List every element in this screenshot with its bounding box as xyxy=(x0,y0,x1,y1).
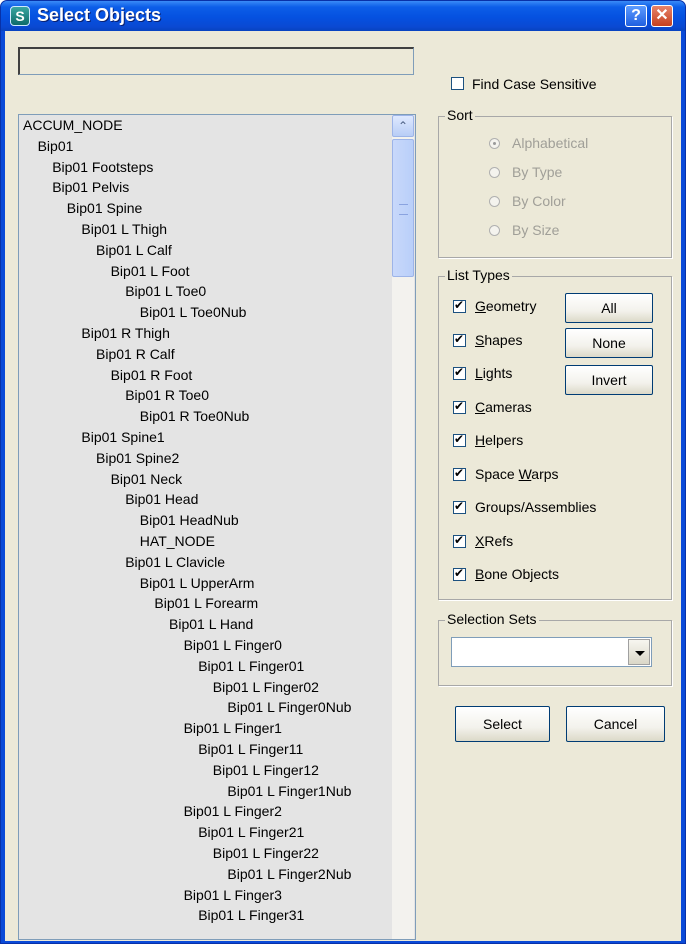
tree-item[interactable]: Bip01 L Toe0 xyxy=(125,282,206,300)
radio-by-type[interactable] xyxy=(489,167,500,178)
scroll-up-button[interactable]: ⌃ xyxy=(392,115,414,137)
radio-by-color[interactable] xyxy=(489,196,500,207)
tree-item[interactable]: ACCUM_NODE xyxy=(23,116,123,134)
tree-item[interactable]: Bip01 L Calf xyxy=(96,241,172,259)
selection-sets-group-title: Selection Sets xyxy=(445,611,539,627)
select-button[interactable]: Select xyxy=(455,706,550,742)
tree-item[interactable]: Bip01 Spine1 xyxy=(81,428,164,446)
tree-item[interactable]: Bip01 L Finger0Nub xyxy=(227,698,351,716)
tree-item[interactable]: Bip01 R Calf xyxy=(96,345,175,363)
object-tree-list[interactable]: ACCUM_NODE Bip01 Bip01 Footsteps Bip01 Pelv… xyxy=(18,114,416,940)
list-type-checkbox[interactable] xyxy=(453,432,466,447)
tree-item[interactable]: Bip01 L Finger1Nub xyxy=(227,782,351,800)
find-case-sensitive-checkbox[interactable] xyxy=(451,77,464,90)
title-bar[interactable]: S Select Objects ? ✕ xyxy=(1,1,685,31)
tree-item[interactable]: Bip01 R Toe0Nub xyxy=(140,407,249,425)
tree-item[interactable]: Bip01 L Clavicle xyxy=(125,553,225,571)
tree-item[interactable]: Bip01 L Forearm xyxy=(154,594,258,612)
tree-item[interactable]: HAT_NODE xyxy=(140,532,215,550)
tree-item[interactable]: Bip01 Spine xyxy=(67,199,143,217)
list-type-checkbox[interactable] xyxy=(453,399,466,414)
tree-item[interactable]: Bip01 L Finger2Nub xyxy=(227,865,351,883)
cancel-button[interactable]: Cancel xyxy=(566,706,665,742)
list-type-checkbox[interactable] xyxy=(453,533,466,548)
none-button[interactable]: None xyxy=(565,328,653,358)
list-type-checkbox[interactable] xyxy=(453,298,466,313)
tree-item[interactable]: Bip01 L Finger21 xyxy=(198,823,304,841)
tree-item[interactable]: Bip01 R Foot xyxy=(111,366,193,384)
tree-item[interactable]: Bip01 R Thigh xyxy=(81,324,169,342)
tree-item[interactable]: Bip01 Footsteps xyxy=(52,158,153,176)
find-case-sensitive-label: Find Case Sensitive xyxy=(472,76,597,92)
list-type-label: Lights xyxy=(475,365,513,381)
all-button[interactable]: All xyxy=(565,293,653,323)
close-button[interactable]: ✕ xyxy=(651,5,673,27)
list-type-label: Space Warps xyxy=(475,465,559,482)
tree-item[interactable]: Bip01 L Toe0Nub xyxy=(140,303,247,321)
tree-item[interactable]: Bip01 Spine2 xyxy=(96,449,179,467)
invert-button[interactable]: Invert xyxy=(565,365,653,395)
tree-item[interactable]: Bip01 L Finger1 xyxy=(184,719,282,737)
list-type-label: Geometry xyxy=(475,298,537,314)
list-type-checkbox[interactable] xyxy=(453,566,466,581)
tree-item[interactable]: Bip01 L UpperArm xyxy=(140,574,255,592)
list-type-checkbox[interactable] xyxy=(453,332,466,347)
radio-alphabetical-label: Alphabetical xyxy=(512,135,589,151)
list-type-label: XRefs xyxy=(475,532,514,549)
tree-item[interactable]: Bip01 L Finger12 xyxy=(213,761,319,779)
tree-item[interactable]: Bip01 R Toe0 xyxy=(125,386,209,404)
window-title: Select Objects xyxy=(37,5,162,25)
list-type-label: Bone Objects xyxy=(475,566,560,582)
list-types-group: List Types xyxy=(438,267,672,600)
tree-item[interactable]: Bip01 xyxy=(38,137,74,155)
tree-item[interactable]: Bip01 L Finger22 xyxy=(213,844,319,862)
radio-by-size-label: By Size xyxy=(512,222,560,238)
list-type-label: Groups/Assemblies xyxy=(475,499,597,515)
tree-item[interactable]: Bip01 L Hand xyxy=(169,615,253,633)
sort-group-title: Sort xyxy=(445,107,475,123)
list-type-checkbox[interactable] xyxy=(453,466,466,481)
app-icon: S xyxy=(10,6,30,26)
tree-item[interactable]: Bip01 L Finger3 xyxy=(184,886,282,904)
grip-icon xyxy=(399,204,408,215)
tree-item[interactable]: Bip01 L Finger31 xyxy=(198,906,304,924)
tree-item[interactable]: Bip01 Neck xyxy=(111,470,183,488)
list-type-label: Cameras xyxy=(475,398,532,415)
tree-item[interactable]: Bip01 L Finger01 xyxy=(198,657,304,675)
tree-item[interactable]: Bip01 L Finger2 xyxy=(184,802,282,820)
radio-alphabetical[interactable] xyxy=(489,138,500,149)
list-type-checkbox[interactable] xyxy=(453,499,466,514)
radio-by-color-label: By Color xyxy=(512,193,566,209)
tree-item[interactable]: Bip01 HeadNub xyxy=(140,511,239,529)
tree-item[interactable]: Bip01 L Finger02 xyxy=(213,678,319,696)
tree-item[interactable]: Bip01 L Finger11 xyxy=(198,740,303,758)
filter-input[interactable] xyxy=(18,47,414,75)
list-type-checkbox[interactable] xyxy=(453,365,466,380)
scroll-thumb[interactable] xyxy=(392,139,414,277)
radio-by-size[interactable] xyxy=(489,225,500,236)
chevron-down-icon[interactable] xyxy=(628,639,650,665)
list-type-label: Shapes xyxy=(475,331,523,348)
tree-item[interactable]: Bip01 Pelvis xyxy=(52,178,129,196)
vertical-scrollbar[interactable]: ⌃ xyxy=(392,115,414,939)
radio-by-type-label: By Type xyxy=(512,164,563,180)
tree-item[interactable]: Bip01 L Thigh xyxy=(81,220,167,238)
selection-sets-dropdown[interactable] xyxy=(451,637,652,667)
tree-item[interactable]: Bip01 Head xyxy=(125,490,198,508)
tree-item[interactable]: Bip01 L Finger0 xyxy=(184,636,282,654)
tree-item[interactable]: Bip01 L Foot xyxy=(111,262,190,280)
list-types-group-title: List Types xyxy=(445,267,512,283)
list-type-label: Helpers xyxy=(475,432,524,448)
help-button[interactable]: ? xyxy=(625,5,647,27)
